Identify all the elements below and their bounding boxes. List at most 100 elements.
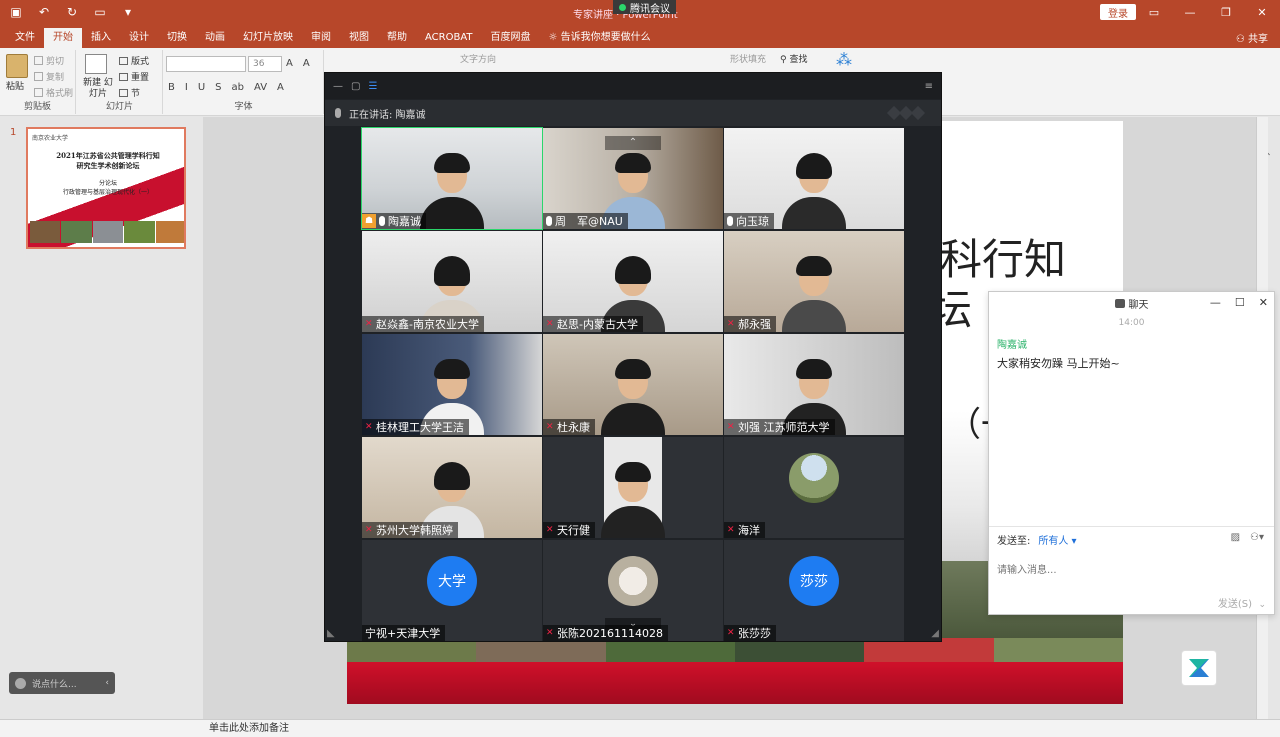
ribbon-display-icon[interactable]: ▭ (1136, 0, 1172, 24)
maximize-icon[interactable]: ❐ (1208, 0, 1244, 24)
comment-input[interactable]: 说点什么... ‹ (9, 672, 115, 694)
tab-transitions[interactable]: 切换 (158, 28, 196, 48)
paste-label[interactable]: 粘贴 (6, 79, 24, 92)
tell-me-search[interactable]: ☼ 告诉我你想要做什么 (540, 28, 660, 48)
tab-view[interactable]: 视图 (340, 28, 378, 48)
tab-animations[interactable]: 动画 (196, 28, 234, 48)
tab-acrobat[interactable]: ACROBAT (416, 28, 482, 48)
font-size-adjust: AA (286, 58, 310, 69)
tab-review[interactable]: 审阅 (302, 28, 340, 48)
minimize-icon[interactable]: — (1172, 0, 1208, 24)
tencent-meeting-badge[interactable]: 腾讯会议 (613, 0, 676, 15)
font-family-select[interactable] (166, 56, 246, 72)
participant-tile[interactable]: ✕ 郝永强 (724, 231, 904, 332)
notes-pane[interactable]: 单击此处添加备注 (203, 719, 1280, 737)
send-button[interactable]: 发送(S) (1218, 595, 1252, 610)
tab-file[interactable]: 文件 (6, 28, 44, 48)
participant-tile[interactable]: ✕ 天行健 (543, 437, 723, 538)
participant-tile[interactable]: ⌃ 周 军@NAU (543, 128, 723, 229)
tab-baidu-netdisk[interactable]: 百度网盘 (482, 28, 540, 48)
participant-tile[interactable]: ✕ 赵思-内蒙古大学 (543, 231, 723, 332)
italic-icon[interactable]: I (185, 82, 188, 93)
strikethrough-icon[interactable]: ab (232, 82, 244, 93)
font-color-icon[interactable]: A (277, 82, 284, 93)
layout-icon (119, 56, 128, 65)
font-size-select[interactable]: 36 (248, 56, 282, 72)
redo-icon[interactable]: ↻ (64, 4, 80, 20)
shadow-icon[interactable]: S (215, 82, 221, 93)
designer-icon[interactable]: ⁂ (836, 50, 852, 69)
slides-group: 新建 幻灯片 版式 重置 节 幻灯片 (77, 50, 163, 114)
bold-icon[interactable]: B (168, 82, 175, 93)
login-button[interactable]: 登录 (1100, 4, 1136, 20)
chat-message: 大家稍安勿躁 马上开始~ (997, 357, 1120, 370)
reset-button[interactable]: 重置 (119, 70, 149, 83)
paste-icon[interactable] (6, 54, 28, 78)
participant-tile[interactable]: ✕ 桂林理工大学王洁 (362, 334, 542, 435)
participant-tile[interactable]: 莎莎 ✕ 张莎莎 (724, 540, 904, 641)
minimize-icon[interactable]: — (1210, 296, 1221, 309)
copy-button[interactable]: 复制 (34, 70, 64, 83)
mic-muted-icon: ✕ (546, 628, 554, 638)
customize-qat-icon[interactable]: ▾ (120, 4, 136, 20)
send-to-dropdown[interactable]: 所有人 ▾ (1038, 532, 1076, 547)
tab-insert[interactable]: 插入 (82, 28, 120, 48)
save-icon[interactable]: ▣ (8, 4, 24, 20)
section-button[interactable]: 节 (119, 86, 140, 99)
find-button[interactable]: ⚲ 查找 (780, 52, 807, 65)
mic-muted-icon: ✕ (727, 422, 735, 432)
restore-icon[interactable]: ▢ (351, 81, 360, 92)
participant-avatar: 莎莎 (789, 556, 839, 606)
close-icon[interactable]: ✕ (1244, 0, 1280, 24)
chat-tools: ▨ ⚇▾ (1231, 532, 1264, 543)
shape-fill-button[interactable]: 形状填充 (730, 52, 766, 65)
present-icon[interactable]: ▭ (92, 4, 108, 20)
layout-button[interactable]: 版式 (119, 54, 149, 67)
participant-name-tag: ✕ 张莎莎 (724, 625, 776, 641)
resize-handle-icon[interactable]: ◣ (327, 628, 335, 639)
cut-button[interactable]: 剪切 (34, 54, 64, 67)
share-button[interactable]: ⚇ 共享 (1236, 30, 1268, 45)
scroll-up-icon[interactable]: ⌃ (605, 136, 661, 150)
participant-tile[interactable]: ☗ 陶嘉诚 (361, 127, 543, 230)
image-icon[interactable]: ▨ (1231, 532, 1240, 543)
participant-tile[interactable]: ✕ 刘强 江苏师范大学 (724, 334, 904, 435)
tab-home[interactable]: 开始 (44, 28, 82, 48)
undo-icon[interactable]: ↶ (36, 4, 52, 20)
participant-tile[interactable]: 大学 宁视+天津大学 (362, 540, 542, 641)
mic-on-icon (379, 216, 385, 226)
chat-input[interactable] (997, 550, 1265, 590)
minimize-icon[interactable]: — (333, 81, 343, 92)
user-settings-icon[interactable]: ⚇▾ (1250, 532, 1264, 543)
tab-design[interactable]: 设计 (120, 28, 158, 48)
chat-window-controls: — ☐ ✕ (1210, 296, 1268, 309)
send-options-icon[interactable]: ⌄ (1258, 600, 1266, 610)
resize-handle-icon[interactable]: ◢ (931, 628, 939, 639)
participant-grid: ☗ 陶嘉诚 ⌃ 周 军@NAU 向玉琼 ✕ 赵焱鑫-南京农业大学 ✕ 赵思-内蒙古大学 (361, 127, 905, 641)
menu-icon[interactable]: ≡ (925, 81, 941, 92)
collapse-arrow-icon[interactable]: ‹ (105, 678, 115, 688)
maximize-icon[interactable]: ☐ (1235, 296, 1245, 309)
participant-tile[interactable]: 向玉琼 (724, 128, 904, 229)
tab-help[interactable]: 帮助 (378, 28, 416, 48)
close-icon[interactable]: ✕ (1259, 296, 1268, 309)
grow-font-icon[interactable]: A (286, 58, 293, 69)
gallery-view-icon[interactable]: ☰ (368, 81, 377, 92)
participant-tile[interactable]: ✕ 赵焱鑫-南京农业大学 (362, 231, 542, 332)
text-direction-button[interactable]: 文字方向 (460, 52, 496, 65)
new-slide-icon[interactable] (85, 54, 107, 74)
char-spacing-icon[interactable]: AV (254, 82, 267, 93)
underline-icon[interactable]: U (198, 82, 205, 93)
sway-icon[interactable] (1181, 650, 1217, 686)
format-painter-button[interactable]: 格式刷 (34, 86, 73, 99)
slide-thumbnail[interactable]: 南京农业大学 2021年江苏省公共管理学科行知 研究生学术创新论坛 分论坛 行政管理… (26, 127, 186, 249)
microphone-icon (335, 108, 341, 118)
tab-slideshow[interactable]: 幻灯片放映 (234, 28, 302, 48)
participant-tile[interactable]: ✕ 苏州大学韩照婷 (362, 437, 542, 538)
participant-tile[interactable]: ✕ 杜永康 (543, 334, 723, 435)
participant-tile[interactable]: ✕ 海洋 (724, 437, 904, 538)
font-style-buttons: B I U S ab AV A (168, 82, 284, 93)
new-slide-label[interactable]: 新建 幻灯片 (81, 78, 115, 100)
shrink-font-icon[interactable]: A (303, 58, 310, 69)
participant-tile[interactable]: ⌄ ✕ 张陈202161114028 (543, 540, 723, 641)
